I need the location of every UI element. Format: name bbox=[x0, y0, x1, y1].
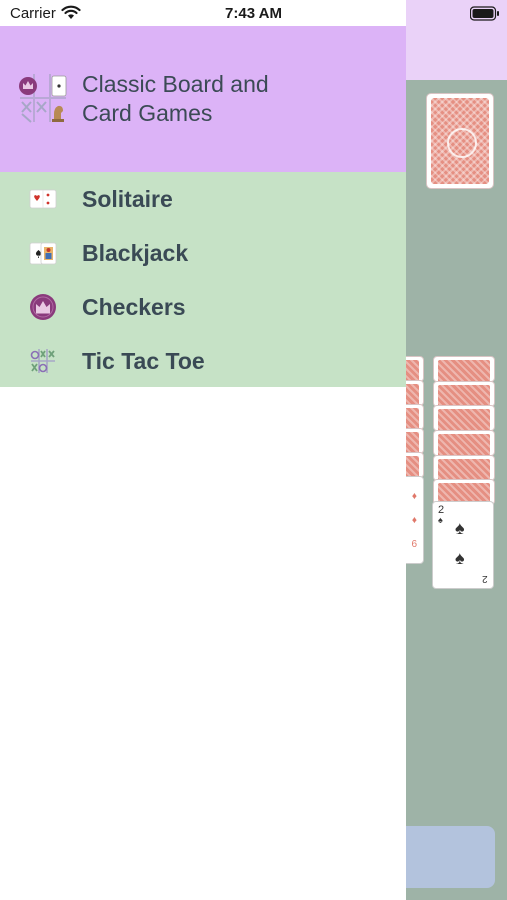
spade-icon: ♠ bbox=[438, 515, 443, 525]
menu-item-solitaire[interactable]: Solitaire bbox=[0, 172, 406, 226]
blackjack-cards-icon bbox=[29, 242, 57, 265]
spade-icon: ♠ bbox=[455, 548, 465, 568]
two-of-spades-card[interactable]: 2 ♠ ♠ ♠ 2 bbox=[432, 501, 494, 589]
screen: ♦ ♦ 6 2 ♠ ♠ ♠ 2 Carrier 7:43 AM Classic … bbox=[0, 0, 507, 900]
app-title: Classic Board and Card Games bbox=[82, 70, 382, 128]
menu-label-blackjack: Blackjack bbox=[82, 240, 189, 266]
menu-item-checkers[interactable]: Checkers bbox=[0, 280, 406, 334]
tic-tac-toe-icon bbox=[30, 349, 55, 373]
checkers-king-icon bbox=[30, 294, 56, 320]
solitaire-cards-icon bbox=[29, 189, 57, 209]
menu-label-solitaire: Solitaire bbox=[82, 186, 173, 212]
battery-icon bbox=[470, 6, 499, 21]
game-menu: Solitaire Blackjack Checkers Tic Tac Toe bbox=[0, 172, 406, 387]
menu-label-checkers: Checkers bbox=[82, 294, 186, 320]
clock: 7:43 AM bbox=[225, 5, 282, 22]
menu-label-tic-tac-toe: Tic Tac Toe bbox=[82, 348, 205, 374]
status-bar: Carrier 7:43 AM bbox=[0, 0, 507, 26]
spade-icon: ♠ bbox=[455, 518, 465, 538]
menu-item-tic-tac-toe[interactable]: Tic Tac Toe bbox=[0, 334, 406, 388]
app-title-line-1: Classic Board and bbox=[82, 71, 269, 97]
app-title-line-2: Card Games bbox=[82, 100, 213, 126]
stock-pile[interactable] bbox=[426, 93, 494, 189]
menu-item-blackjack[interactable]: Blackjack bbox=[0, 226, 406, 280]
board-games-logo-icon bbox=[19, 74, 67, 123]
game-bottom-button[interactable] bbox=[395, 826, 495, 888]
navigation-drawer: Classic Board and Card Games Solitaire B… bbox=[0, 0, 406, 900]
